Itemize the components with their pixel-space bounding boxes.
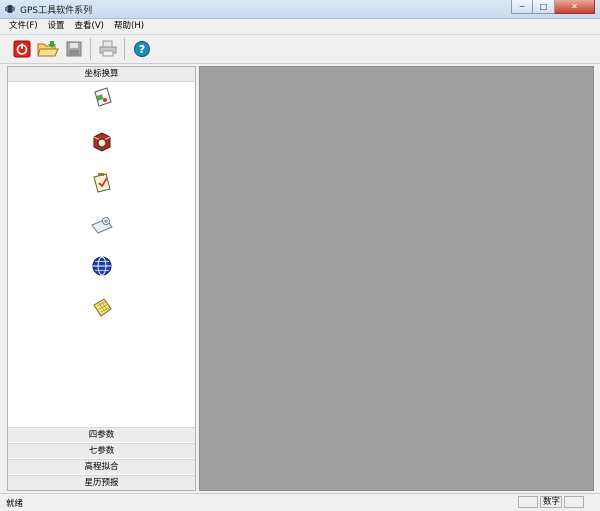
grid-note-icon[interactable] xyxy=(90,296,114,320)
title-bar[interactable]: GPS工具软件系列 ─ □ ✕ xyxy=(0,0,600,19)
map-folder-icon[interactable] xyxy=(90,213,114,237)
tool-panel: 坐标换算 四参数 七参数 高程拟合 星历预报 xyxy=(7,66,196,491)
open-button[interactable] xyxy=(36,37,60,61)
toolbar: ? xyxy=(0,34,600,64)
app-window: GPS工具软件系列 ─ □ ✕ 文件(F) 设置 查看(V) 帮助(H) ? 坐… xyxy=(0,0,600,511)
status-bar: 就绪 数字 xyxy=(0,493,600,511)
status-text: 就绪 xyxy=(6,499,24,509)
print-icon xyxy=(99,40,117,57)
menu-view[interactable]: 查看(V) xyxy=(70,19,109,34)
globe-icon[interactable] xyxy=(90,254,114,278)
section-coordinate-conversion[interactable]: 坐标换算 xyxy=(8,67,195,82)
checklist-clipboard-icon[interactable] xyxy=(90,171,114,195)
maximize-button[interactable]: □ xyxy=(533,0,555,14)
section-four-parameters[interactable]: 四参数 xyxy=(8,427,195,442)
menu-file[interactable]: 文件(F) xyxy=(0,19,43,34)
section-elevation-fitting[interactable]: 高程拟合 xyxy=(8,459,195,474)
save-icon xyxy=(66,41,82,57)
section-ephemeris-forecast[interactable]: 星历预报 xyxy=(8,475,195,490)
status-pane-blank xyxy=(564,496,584,508)
window-controls: ─ □ ✕ xyxy=(511,0,595,14)
menu-help[interactable]: 帮助(H) xyxy=(109,19,149,34)
help-button[interactable]: ? xyxy=(130,37,154,61)
close-button[interactable]: ✕ xyxy=(555,0,595,14)
window-title: GPS工具软件系列 xyxy=(20,6,93,16)
workspace-area[interactable] xyxy=(199,66,594,491)
status-pane-numlock: 数字 xyxy=(540,496,562,508)
save-button[interactable] xyxy=(62,37,86,61)
power-icon xyxy=(13,40,31,58)
toolbar-separator xyxy=(124,38,125,60)
toolbar-separator xyxy=(90,38,91,60)
tool-icons-area xyxy=(8,82,195,434)
menu-settings[interactable]: 设置 xyxy=(43,19,70,34)
status-pane-blank xyxy=(518,496,538,508)
svg-text:?: ? xyxy=(139,43,145,56)
section-seven-parameters[interactable]: 七参数 xyxy=(8,443,195,458)
menu-bar: 文件(F) 设置 查看(V) 帮助(H) xyxy=(0,19,600,34)
print-button[interactable] xyxy=(96,37,120,61)
app-satellite-icon xyxy=(5,5,15,13)
power-button[interactable] xyxy=(10,37,34,61)
help-icon: ? xyxy=(134,41,150,57)
open-folder-icon xyxy=(37,41,59,57)
document-chart-icon[interactable] xyxy=(90,86,114,110)
section-list: 四参数 七参数 高程拟合 星历预报 xyxy=(8,426,195,490)
minimize-button[interactable]: ─ xyxy=(511,0,533,14)
gear-cube-icon[interactable] xyxy=(90,129,114,153)
